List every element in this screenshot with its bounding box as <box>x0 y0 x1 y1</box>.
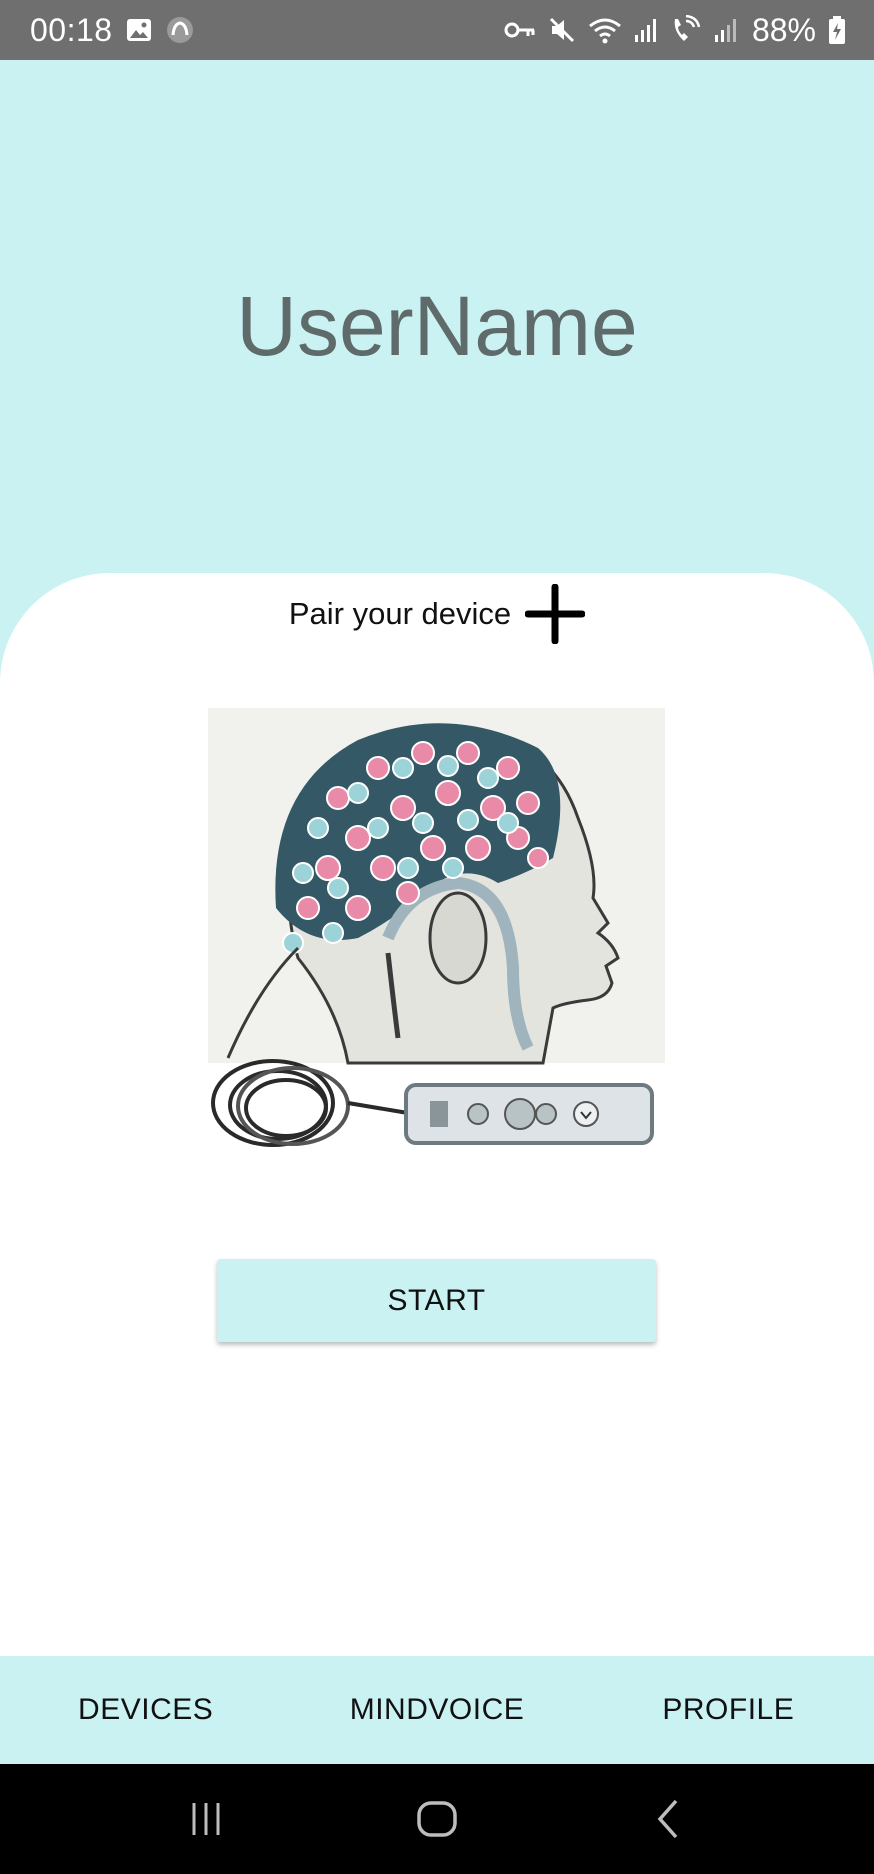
wifi-icon <box>588 16 622 44</box>
tab-devices[interactable]: DEVICES <box>0 1656 291 1764</box>
status-right: 88% <box>504 12 846 49</box>
status-left: 00:18 <box>30 12 195 49</box>
vpn-key-icon <box>504 19 536 41</box>
system-nav-bar <box>0 1764 874 1874</box>
back-icon[interactable] <box>628 1789 708 1849</box>
home-icon[interactable] <box>397 1789 477 1849</box>
sync-icon <box>165 15 195 45</box>
status-time: 00:18 <box>30 11 113 48</box>
mute-icon <box>548 16 576 44</box>
gallery-icon <box>125 16 153 44</box>
pair-device-row[interactable]: Pair your device <box>0 584 874 644</box>
wifi-call-icon <box>670 15 702 45</box>
username-title: UserName <box>236 279 638 373</box>
signal-icon <box>634 17 658 43</box>
tab-mindvoice[interactable]: MINDVOICE <box>291 1656 582 1764</box>
battery-percent: 88% <box>751 11 816 48</box>
eeg-headset-illustration <box>208 708 665 1158</box>
signal-2-icon <box>714 17 738 43</box>
tab-profile[interactable]: PROFILE <box>583 1656 874 1764</box>
bottom-nav: DEVICES MINDVOICE PROFILE <box>0 1656 874 1764</box>
plus-icon[interactable] <box>525 584 586 644</box>
pair-device-label[interactable]: Pair your device <box>289 596 511 632</box>
battery-charging-icon <box>828 15 846 45</box>
recents-icon[interactable] <box>166 1789 246 1849</box>
start-button[interactable]: START <box>217 1259 656 1342</box>
status-bar: 00:18 88% <box>0 0 874 60</box>
